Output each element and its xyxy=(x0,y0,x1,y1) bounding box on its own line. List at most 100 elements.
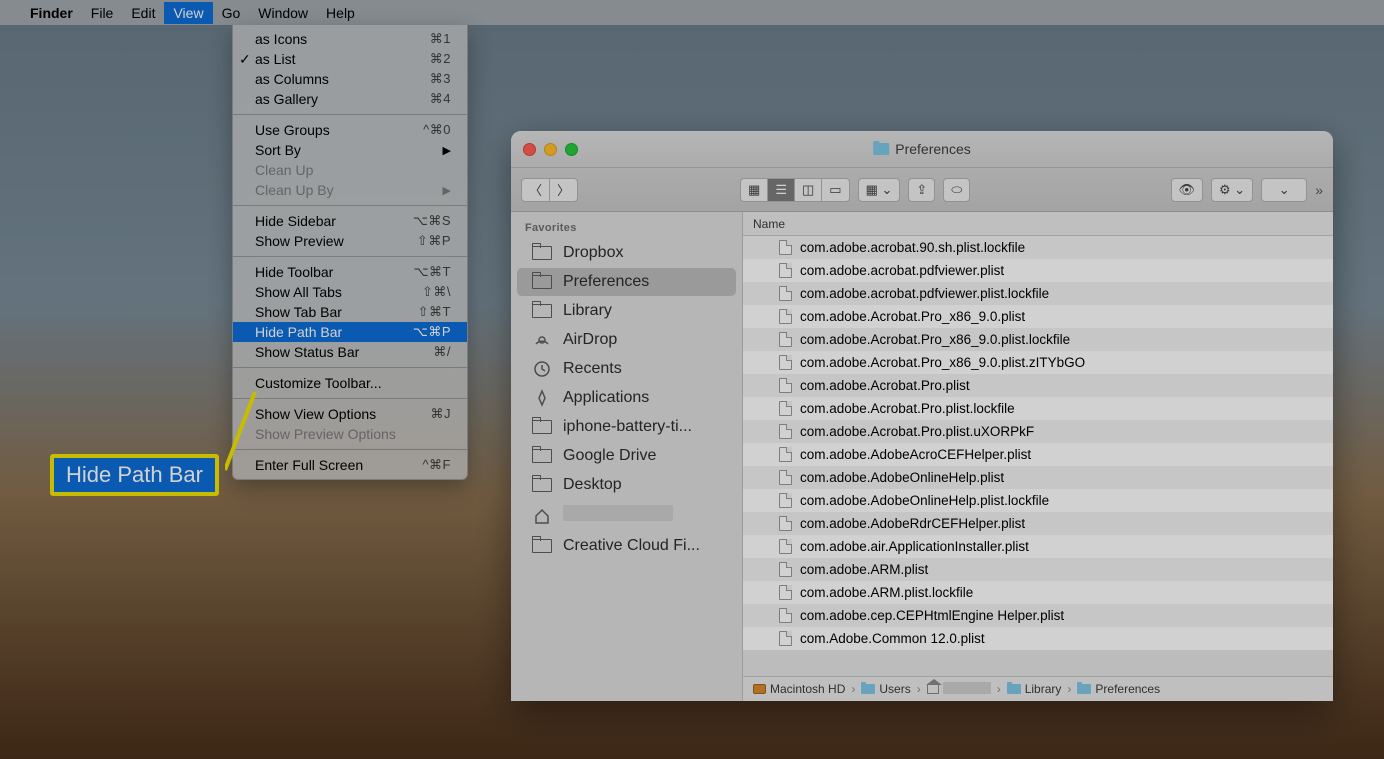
view-menu-dropdown: as Icons⌘1✓as List⌘2as Columns⌘3as Galle… xyxy=(232,25,468,480)
tags-button[interactable]: ⬭ xyxy=(943,178,970,202)
sidebar-item[interactable]: Google Drive xyxy=(517,442,736,470)
menu-item[interactable]: Customize Toolbar... xyxy=(233,373,467,393)
sidebar-item[interactable]: Preferences xyxy=(517,268,736,296)
menu-item[interactable]: Hide Toolbar⌥⌘T xyxy=(233,262,467,282)
file-row[interactable]: com.adobe.acrobat.pdfviewer.plist xyxy=(743,259,1333,282)
sidebar-item[interactable]: iphone-battery-ti... xyxy=(517,413,736,441)
file-name: com.adobe.acrobat.pdfviewer.plist.lockfi… xyxy=(800,286,1049,301)
file-name: com.adobe.cep.CEPHtmlEngine Helper.plist xyxy=(800,608,1064,623)
group-by-button[interactable]: ▦ ⌄ xyxy=(858,178,901,202)
maximize-button[interactable] xyxy=(565,143,578,156)
sidebar-item-label: Creative Cloud Fi... xyxy=(563,537,700,555)
menu-item[interactable]: as Icons⌘1 xyxy=(233,29,467,49)
document-icon xyxy=(779,585,792,600)
file-row[interactable]: com.adobe.acrobat.pdfviewer.plist.lockfi… xyxy=(743,282,1333,305)
menu-item[interactable]: Show Tab Bar⇧⌘T xyxy=(233,302,467,322)
file-row[interactable]: com.adobe.AdobeRdrCEFHelper.plist xyxy=(743,512,1333,535)
forward-button[interactable]: 〉 xyxy=(550,178,578,202)
file-name: com.adobe.air.ApplicationInstaller.plist xyxy=(800,539,1029,554)
file-row[interactable]: com.adobe.AdobeOnlineHelp.plist xyxy=(743,466,1333,489)
menu-item[interactable]: as Columns⌘3 xyxy=(233,69,467,89)
titlebar[interactable]: Preferences xyxy=(511,131,1333,168)
close-button[interactable] xyxy=(523,143,536,156)
sidebar-item[interactable]: Recents xyxy=(517,355,736,383)
sidebar-item[interactable]: Library xyxy=(517,297,736,325)
share-button[interactable]: ⇪ xyxy=(908,178,935,202)
action-button[interactable]: ⚙ ⌄ xyxy=(1211,178,1253,202)
file-name: com.adobe.Acrobat.Pro_x86_9.0.plist.zITY… xyxy=(800,355,1085,370)
column-name[interactable]: Name xyxy=(753,217,785,231)
file-row[interactable]: com.adobe.air.ApplicationInstaller.plist xyxy=(743,535,1333,558)
file-row[interactable]: com.adobe.Acrobat.Pro_x86_9.0.plist.lock… xyxy=(743,328,1333,351)
menu-item[interactable]: Show Preview⇧⌘P xyxy=(233,231,467,251)
folder-icon xyxy=(531,447,553,465)
sidebar-item-label: Desktop xyxy=(563,476,622,494)
file-list[interactable]: com.adobe.acrobat.90.sh.plist.lockfile co… xyxy=(743,236,1333,676)
sidebar-item[interactable]: Applications xyxy=(517,384,736,412)
column-view-button[interactable]: ◫ xyxy=(795,178,822,202)
path-segment[interactable] xyxy=(927,682,991,697)
file-row[interactable]: com.adobe.Acrobat.Pro_x86_9.0.plist xyxy=(743,305,1333,328)
menubar-go[interactable]: Go xyxy=(222,5,241,21)
file-row[interactable]: com.adobe.ARM.plist.lockfile xyxy=(743,581,1333,604)
file-row[interactable]: com.adobe.cep.CEPHtmlEngine Helper.plist xyxy=(743,604,1333,627)
file-row[interactable]: com.adobe.Acrobat.Pro.plist xyxy=(743,374,1333,397)
menu-item[interactable]: Show View Options⌘J xyxy=(233,404,467,424)
menu-item[interactable]: Hide Path Bar⌥⌘P xyxy=(233,322,467,342)
menubar-app[interactable]: Finder xyxy=(30,5,73,21)
sidebar-item[interactable] xyxy=(517,500,736,531)
menubar-help[interactable]: Help xyxy=(326,5,355,21)
gallery-view-button[interactable]: ▭ xyxy=(822,178,849,202)
search-button[interactable]: ⌄ xyxy=(1261,178,1307,202)
file-row[interactable]: com.adobe.ARM.plist xyxy=(743,558,1333,581)
path-segment[interactable]: Preferences xyxy=(1077,682,1160,696)
file-row[interactable]: com.adobe.AdobeOnlineHelp.plist.lockfile xyxy=(743,489,1333,512)
menubar: Finder File Edit View Go Window Help xyxy=(0,0,1384,25)
file-row[interactable]: com.adobe.AdobeAcroCEFHelper.plist xyxy=(743,443,1333,466)
icon-view-button[interactable]: ▦ xyxy=(740,178,768,202)
menu-item[interactable]: Enter Full Screen^⌘F xyxy=(233,455,467,475)
menu-item[interactable]: ✓as List⌘2 xyxy=(233,49,467,69)
folder-icon xyxy=(531,476,553,494)
quicklook-button[interactable]: 👁 xyxy=(1171,178,1204,202)
file-name: com.adobe.Acrobat.Pro.plist xyxy=(800,378,970,393)
file-name: com.adobe.AdobeAcroCEFHelper.plist xyxy=(800,447,1031,462)
sidebar-item[interactable]: Dropbox xyxy=(517,239,736,267)
menubar-view[interactable]: View xyxy=(164,2,212,24)
minimize-button[interactable] xyxy=(544,143,557,156)
file-row[interactable]: com.adobe.acrobat.90.sh.plist.lockfile xyxy=(743,236,1333,259)
path-segment[interactable]: Macintosh HD xyxy=(753,682,845,696)
chevron-right-icon: › xyxy=(849,682,857,696)
document-icon xyxy=(779,240,792,255)
menubar-file[interactable]: File xyxy=(91,5,114,21)
menu-item[interactable]: Sort By▶ xyxy=(233,140,467,160)
path-segment[interactable]: Users xyxy=(861,682,910,696)
folder-icon xyxy=(873,143,889,155)
overflow-icon[interactable]: » xyxy=(1315,182,1323,198)
menu-item[interactable]: Hide Sidebar⌥⌘S xyxy=(233,211,467,231)
column-header[interactable]: Name xyxy=(743,212,1333,236)
file-name: com.adobe.acrobat.90.sh.plist.lockfile xyxy=(800,240,1025,255)
document-icon xyxy=(779,424,792,439)
sidebar-item[interactable]: Desktop xyxy=(517,471,736,499)
file-row[interactable]: com.adobe.Acrobat.Pro.plist.lockfile xyxy=(743,397,1333,420)
back-button[interactable]: 〈 xyxy=(521,178,550,202)
document-icon xyxy=(779,309,792,324)
file-row[interactable]: com.adobe.Acrobat.Pro_x86_9.0.plist.zITY… xyxy=(743,351,1333,374)
file-row[interactable]: com.adobe.Acrobat.Pro.plist.uXORPkF xyxy=(743,420,1333,443)
path-bar[interactable]: Macintosh HD›Users››Library›Preferences xyxy=(743,676,1333,701)
menu-item[interactable]: Show Status Bar⌘/ xyxy=(233,342,467,362)
menu-item[interactable]: Show All Tabs⇧⌘\ xyxy=(233,282,467,302)
menubar-edit[interactable]: Edit xyxy=(131,5,155,21)
home-icon xyxy=(531,507,553,525)
finder-window: Preferences 〈 〉 ▦ ☰ ◫ ▭ ▦ ⌄ ⇪ ⬭ 👁 ⚙ ⌄ ⌄ … xyxy=(511,131,1333,701)
menubar-window[interactable]: Window xyxy=(258,5,308,21)
file-row[interactable]: com.Adobe.Common 12.0.plist xyxy=(743,627,1333,650)
document-icon xyxy=(779,378,792,393)
sidebar-item[interactable]: AirDrop xyxy=(517,326,736,354)
path-segment[interactable]: Library xyxy=(1007,682,1062,696)
menu-item[interactable]: as Gallery⌘4 xyxy=(233,89,467,109)
menu-item[interactable]: Use Groups^⌘0 xyxy=(233,120,467,140)
list-view-button[interactable]: ☰ xyxy=(768,178,795,202)
sidebar-item[interactable]: Creative Cloud Fi... xyxy=(517,532,736,560)
